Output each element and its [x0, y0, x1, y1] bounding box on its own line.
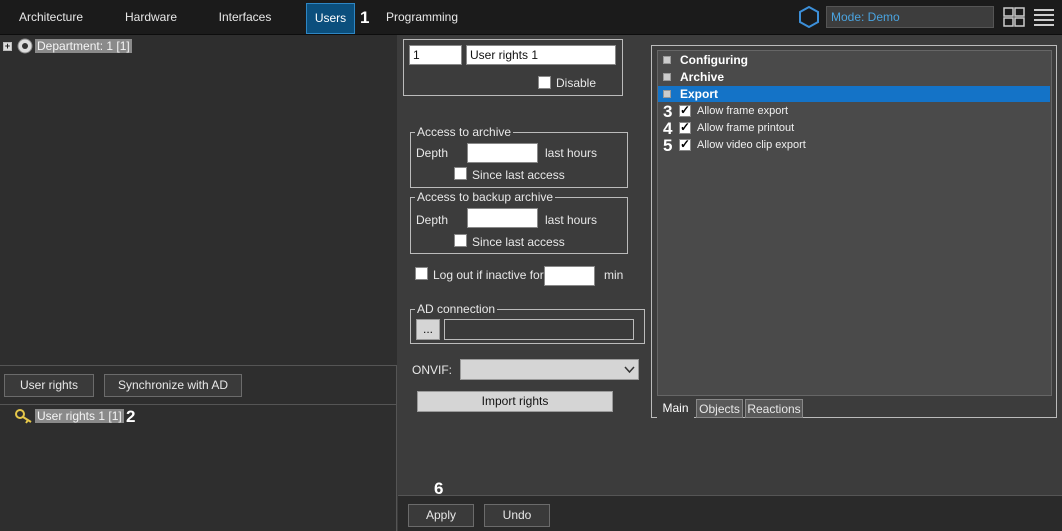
archive-since-checkbox[interactable] — [454, 167, 467, 180]
category-configuring[interactable]: Configuring — [658, 52, 1050, 68]
callout-1: 1 — [360, 8, 370, 27]
tab-objects[interactable]: Objects — [696, 399, 743, 418]
allow-video-clip-export-label: Allow video clip export — [697, 139, 806, 151]
user-rights-button[interactable]: User rights — [4, 374, 94, 397]
onvif-select[interactable] — [460, 359, 639, 380]
import-rights-button[interactable]: Import rights — [417, 391, 613, 412]
category-label: Export — [680, 87, 719, 101]
logout-label: Log out if inactive for — [433, 268, 544, 282]
archive-since-label: Since last access — [472, 168, 565, 182]
backup-legend: Access to backup archive — [415, 190, 556, 204]
tab-users[interactable]: Users — [306, 3, 355, 34]
expand-icon[interactable]: + — [3, 42, 12, 51]
tab-interfaces[interactable]: Interfaces — [210, 3, 280, 34]
tab-reactions[interactable]: Reactions — [745, 399, 803, 418]
tree-item-user-rights[interactable]: User rights 1 [1] — [35, 408, 124, 424]
synchronize-ad-button[interactable]: Synchronize with AD — [104, 374, 242, 397]
category-label: Archive — [680, 70, 725, 84]
apply-button[interactable]: Apply — [408, 504, 474, 527]
backup-since-checkbox[interactable] — [454, 234, 467, 247]
archive-depth-label: Depth — [416, 146, 449, 160]
callout-5: 5 — [663, 136, 673, 155]
collapse-icon[interactable] — [663, 90, 671, 98]
department-label: Department: 1 [1] — [35, 39, 132, 53]
rights-id-field[interactable]: 1 — [409, 45, 462, 65]
min-label: min — [604, 268, 624, 282]
tab-architecture[interactable]: Architecture — [10, 3, 92, 34]
key-icon — [15, 409, 32, 424]
menu-icon[interactable] — [1034, 8, 1054, 26]
top-navigation-bar: Architecture Hardware Interfaces Users 1… — [0, 0, 1062, 35]
tab-programming[interactable]: Programming — [384, 3, 460, 34]
backup-depth-label: Depth — [416, 213, 449, 227]
archive-hours-label: last hours — [545, 146, 598, 160]
tab-hardware[interactable]: Hardware — [116, 3, 186, 34]
tab-main[interactable]: Main — [657, 399, 694, 418]
category-archive[interactable]: Archive — [658, 69, 1050, 85]
backup-hours-label: last hours — [545, 213, 598, 227]
allow-frame-export-label: Allow frame export — [697, 105, 789, 117]
callout-6: 6 — [434, 479, 444, 498]
allow-video-clip-export-checkbox[interactable] — [679, 137, 691, 151]
allow-frame-printout-label: Allow frame printout — [697, 122, 795, 134]
backup-depth-field[interactable] — [467, 208, 538, 228]
tree-item-department[interactable]: Department: 1 [1] — [35, 38, 132, 54]
chevron-down-icon — [624, 366, 635, 374]
logout-minutes-field[interactable] — [544, 266, 595, 286]
divider — [0, 404, 397, 405]
department-icon — [17, 38, 33, 54]
logout-checkbox[interactable] — [415, 267, 428, 280]
expand-icon[interactable] — [663, 56, 671, 64]
ad-connection-field[interactable] — [444, 319, 634, 340]
expand-icon[interactable] — [663, 73, 671, 81]
layout-grid-icon[interactable] — [1003, 7, 1025, 27]
callout-2: 2 — [126, 407, 136, 426]
hexagon-icon[interactable] — [798, 6, 820, 28]
backup-since-label: Since last access — [472, 235, 565, 249]
department-tree: + Department: 1 [1] — [0, 35, 397, 366]
archive-legend: Access to archive — [415, 125, 514, 139]
mode-indicator[interactable]: Mode: Demo — [826, 6, 994, 28]
user-rights-item-label: User rights 1 [1] — [35, 409, 124, 423]
rights-name-field[interactable]: User rights 1 — [466, 45, 616, 65]
onvif-label: ONVIF: — [412, 363, 453, 377]
ad-browse-button[interactable]: ... — [416, 319, 440, 340]
ad-legend: AD connection — [415, 302, 498, 316]
undo-button[interactable]: Undo — [484, 504, 550, 527]
disable-checkbox[interactable] — [538, 76, 551, 89]
category-label: Configuring — [680, 53, 748, 67]
allow-frame-export-checkbox[interactable] — [679, 103, 691, 117]
disable-label: Disable — [556, 76, 597, 90]
allow-frame-printout-checkbox[interactable] — [679, 120, 691, 134]
category-export[interactable]: Export — [658, 86, 1050, 102]
archive-depth-field[interactable] — [467, 143, 538, 163]
